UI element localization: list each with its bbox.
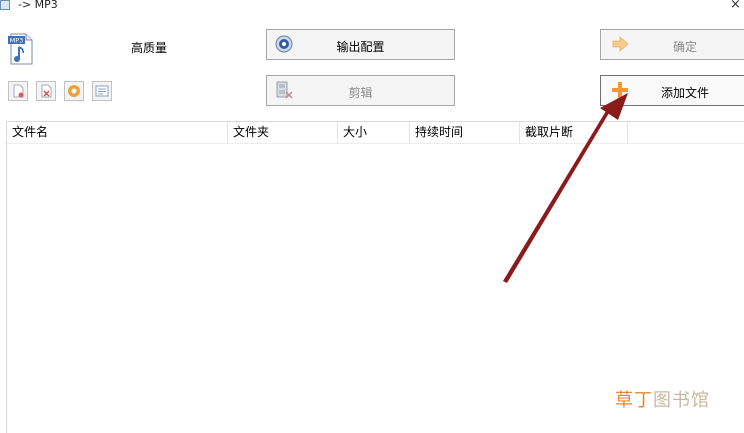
column-header-duration[interactable]: 持续时间 [410, 122, 520, 144]
edit-button[interactable]: 剪辑 [266, 75, 455, 106]
clear-list-button[interactable] [36, 81, 56, 101]
app-icon [0, 0, 10, 10]
play-icon [68, 85, 80, 97]
media-info-button[interactable] [92, 81, 112, 101]
mp3-icon-text: MP3 [10, 37, 24, 45]
watermark: 草丁图书馆 [615, 386, 710, 412]
watermark-text: 图书馆 [653, 390, 710, 411]
column-header-size[interactable]: 大小 [338, 122, 410, 144]
remove-file-icon [13, 84, 24, 98]
edit-label: 剪辑 [348, 86, 373, 100]
column-header-blank [628, 122, 744, 144]
column-header-clip[interactable]: 截取片断 [520, 122, 628, 144]
media-info-icon [95, 85, 109, 97]
confirm-label: 确定 [672, 40, 697, 54]
quality-label[interactable]: 高质量 [131, 39, 167, 56]
confirm-button[interactable]: 确定 [600, 29, 744, 60]
output-settings-label: 输出配置 [336, 40, 385, 54]
add-file-button[interactable]: 添加文件 [600, 75, 744, 106]
column-header-filename[interactable]: 文件名 [7, 122, 228, 144]
add-file-label: 添加文件 [660, 86, 709, 100]
title-bar: -> MP3 × [0, 0, 744, 14]
remove-file-button[interactable] [8, 81, 28, 101]
window-title: -> MP3 [18, 0, 58, 11]
watermark-brand: 草丁 [615, 390, 653, 411]
clear-list-icon [41, 84, 52, 98]
column-header-folder[interactable]: 文件夹 [228, 122, 338, 144]
mp3-file-icon[interactable]: MP3 [8, 33, 34, 65]
output-settings-button[interactable]: 输出配置 [266, 29, 455, 60]
close-button[interactable]: × [730, 0, 741, 12]
play-button[interactable] [64, 81, 84, 101]
